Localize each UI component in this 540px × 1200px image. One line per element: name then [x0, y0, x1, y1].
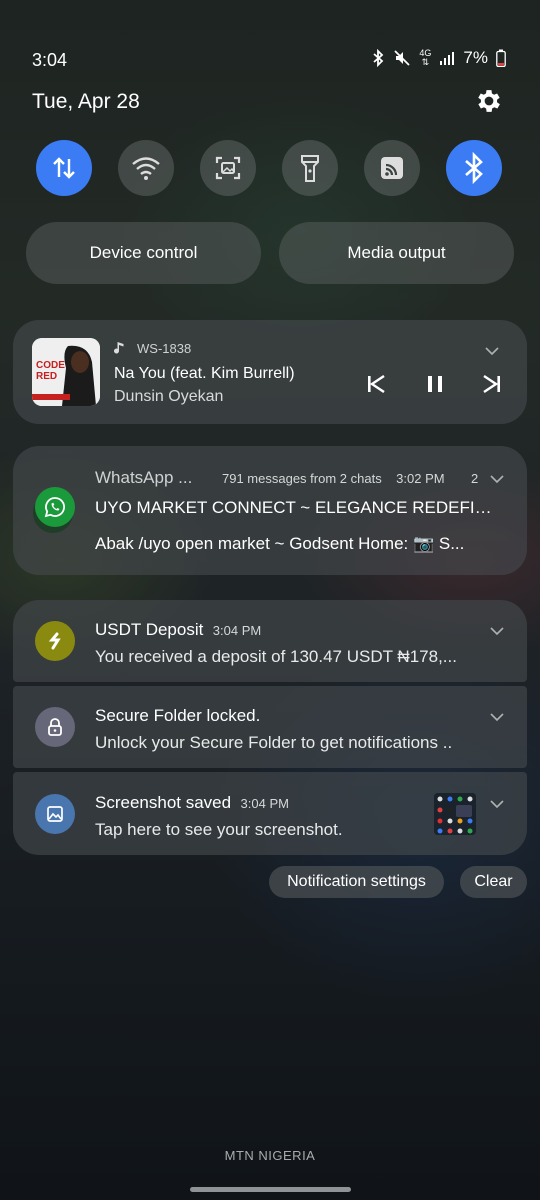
- whatsapp-summary: 791 messages from 2 chats 3:02 PM: [222, 471, 445, 486]
- image-icon: [35, 794, 75, 834]
- previous-track-button[interactable]: [366, 374, 386, 399]
- secure-folder-notification[interactable]: [13, 686, 527, 768]
- home-gesture-bar[interactable]: [190, 1187, 351, 1192]
- whatsapp-message-2: Abak /uyo open market ~ Godsent Home: 📷 …: [95, 534, 465, 553]
- flashlight-icon: [301, 155, 319, 182]
- wifi-icon: [132, 157, 160, 180]
- notification-settings-button[interactable]: Notification settings: [269, 866, 444, 898]
- date: Tue, Apr 28: [32, 90, 140, 113]
- 4g-data-icon: 4G ⇅: [419, 48, 432, 67]
- cast-icon: [381, 157, 403, 179]
- secure-folder-body: Unlock your Secure Folder to get notific…: [95, 733, 453, 752]
- whatsapp-message-1: UYO MARKET CONNECT ~ ELEGANCE REDEFINED: [95, 498, 499, 517]
- mute-icon: [393, 49, 411, 67]
- usdt-app-icon: [35, 621, 75, 661]
- screenshot-expand-chevron-icon[interactable]: [490, 796, 504, 809]
- media-output-button[interactable]: Media output: [279, 222, 514, 284]
- bluetooth-icon: [371, 49, 385, 67]
- media-expand-chevron-icon[interactable]: [485, 343, 499, 356]
- bluetooth-toggle[interactable]: [446, 140, 502, 196]
- usdt-deposit-notification[interactable]: [13, 600, 527, 682]
- screenshot-title-text: Screenshot saved: [95, 793, 232, 812]
- whatsapp-expand-chevron-icon[interactable]: [490, 471, 504, 484]
- usdt-expand-chevron-icon[interactable]: [490, 623, 504, 636]
- battery-icon: [496, 49, 506, 67]
- clear-button[interactable]: Clear: [460, 866, 527, 898]
- status-time: 3:04: [32, 50, 68, 70]
- flashlight-toggle[interactable]: [282, 140, 338, 196]
- secure-folder-expand-chevron-icon[interactable]: [490, 709, 504, 722]
- bluetooth-icon: [465, 152, 483, 184]
- screenshot-notification-body: Tap here to see your screenshot.: [95, 820, 343, 839]
- carrier-label: MTN NIGERIA: [224, 1148, 316, 1163]
- screenshot-thumbnail[interactable]: [434, 793, 476, 835]
- screen-capture-toggle[interactable]: [200, 140, 256, 196]
- album-art: CODE RED: [32, 338, 100, 406]
- next-track-button[interactable]: [482, 374, 502, 399]
- pause-icon: [428, 376, 442, 392]
- cast-toggle[interactable]: [364, 140, 420, 196]
- signal-icon: [439, 50, 455, 66]
- device-control-button[interactable]: Device control: [26, 222, 261, 284]
- secure-folder-title: Secure Folder locked.: [95, 706, 261, 725]
- status-icons: 4G ⇅ 7%: [371, 48, 506, 68]
- settings-gear-icon[interactable]: [474, 86, 504, 116]
- next-icon: [483, 375, 500, 393]
- pause-button[interactable]: [425, 374, 445, 399]
- screen-capture-icon: [215, 156, 241, 180]
- mobile-data-toggle[interactable]: [36, 140, 92, 196]
- usdt-notification-body: You received a deposit of 130.47 USDT ₦1…: [95, 647, 457, 666]
- whatsapp-badge-count: 2: [471, 471, 479, 486]
- usdt-title-text: USDT Deposit: [95, 620, 204, 639]
- media-device-name: WS-1838: [137, 341, 192, 356]
- whatsapp-app-name: WhatsApp ...: [95, 468, 193, 487]
- music-note-icon: [114, 341, 126, 360]
- network-type: 4G: [419, 48, 432, 58]
- usdt-notification-time: 3:04 PM: [212, 623, 262, 638]
- album-art-text: CODE RED: [36, 360, 65, 382]
- screenshot-notification-title: Screenshot saved 3:04 PM: [95, 793, 289, 813]
- data-arrows-icon: [53, 157, 75, 179]
- previous-icon: [368, 375, 385, 393]
- whatsapp-icon: [35, 487, 75, 527]
- media-title: Na You (feat. Kim Burrell): [114, 365, 295, 382]
- wifi-toggle[interactable]: [118, 140, 174, 196]
- usdt-notification-title: USDT Deposit 3:04 PM: [95, 620, 261, 640]
- media-artist: Dunsin Oyekan: [114, 388, 224, 405]
- lock-icon: [35, 707, 75, 747]
- screenshot-notification-time: 3:04 PM: [240, 796, 289, 811]
- whatsapp-message-count: 791 messages from 2 chats: [222, 471, 382, 486]
- whatsapp-time: 3:02 PM: [396, 471, 445, 486]
- battery-percent: 7%: [463, 48, 488, 67]
